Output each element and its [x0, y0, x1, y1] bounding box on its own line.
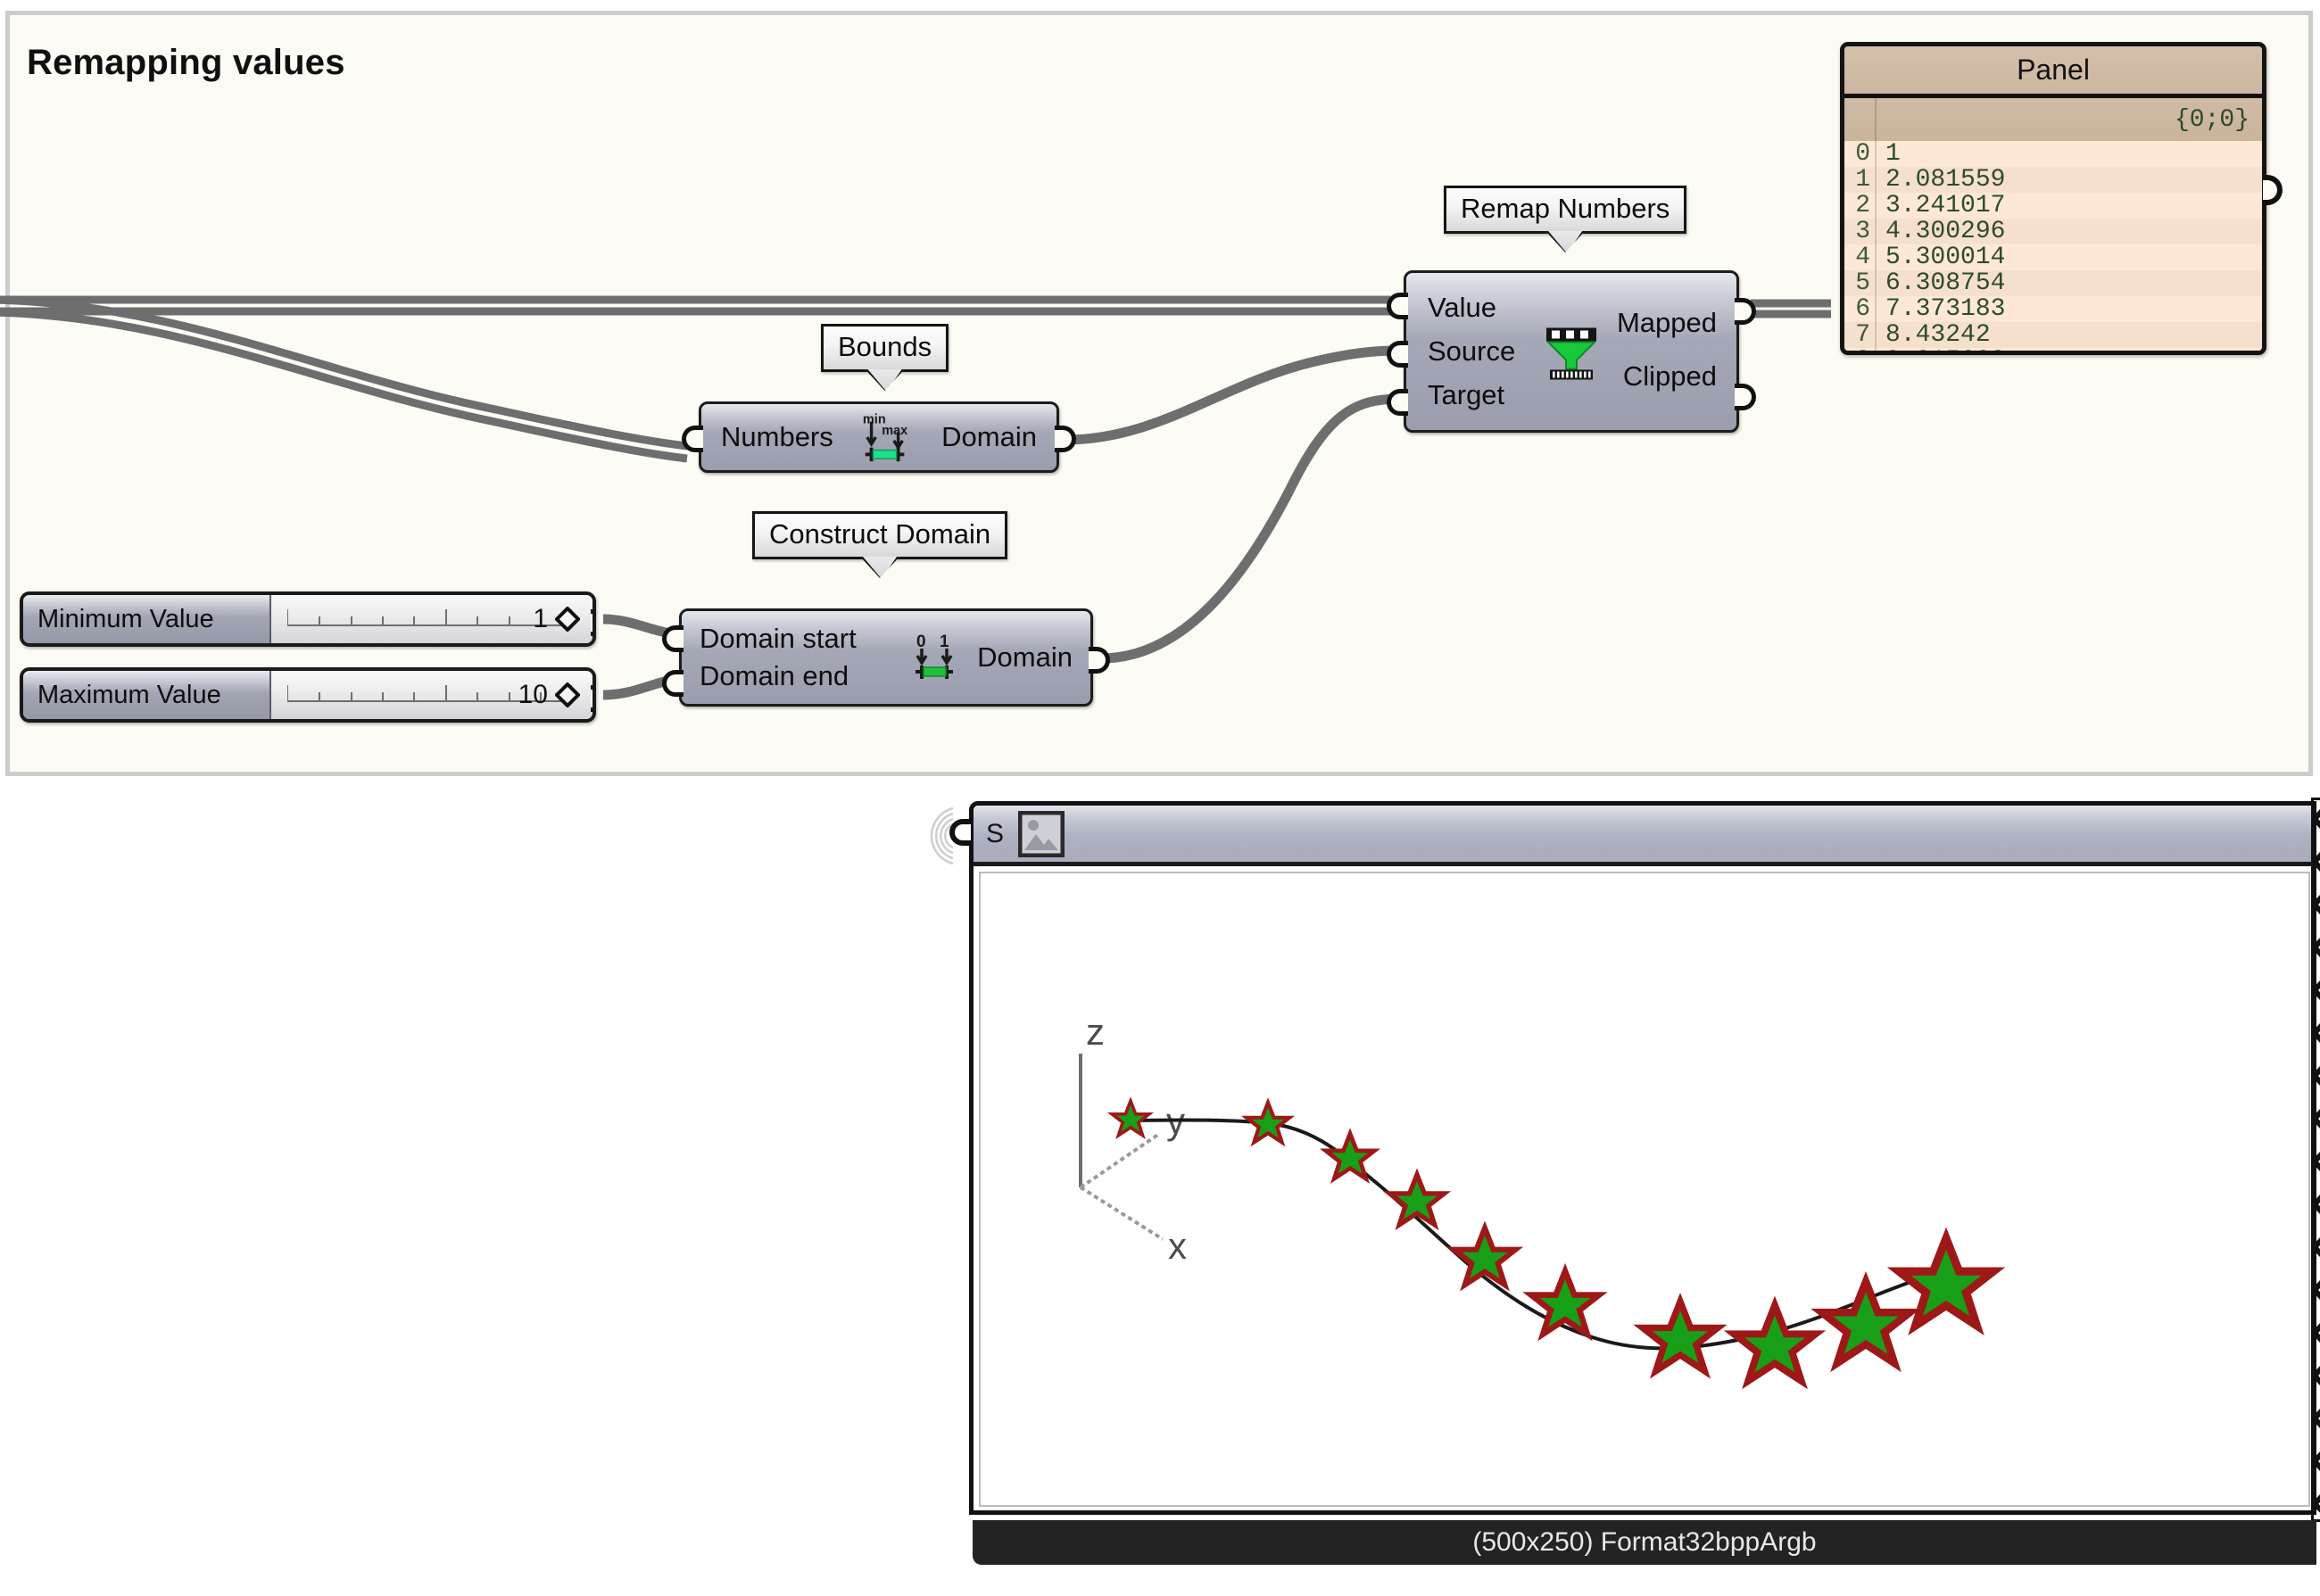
panel-row-value: 3.241017 [1885, 192, 2006, 219]
svg-text:z: z [1086, 1011, 1105, 1053]
slider-ticks [287, 609, 573, 626]
input-grip-viewport[interactable] [949, 819, 971, 846]
star-markers [1106, 1096, 2006, 1390]
annotation-remap-numbers: Remap Numbers [1444, 186, 1687, 252]
param-label-domain-start: Domain start [700, 623, 857, 654]
image-preview-icon [1018, 810, 1065, 857]
annotation-label: Bounds [838, 331, 932, 362]
panel-row-index: 5 [1855, 269, 1870, 297]
input-grip-domain-end[interactable] [662, 670, 684, 697]
slider-value-maximum: 10 [518, 680, 548, 709]
panel-row-index: 7 [1855, 321, 1870, 349]
svg-text:0: 0 [916, 633, 926, 651]
param-label-target: Target [1428, 379, 1505, 411]
panel-component[interactable]: Panel {0;0} 0 1 1 2.081559 2 3.241017 3 4.30029… [1840, 42, 2266, 355]
panel-row-index: 2 [1855, 192, 1870, 219]
param-label-clipped: Clipped [1622, 360, 1717, 392]
panel-row-index: 4 [1855, 244, 1870, 271]
preview-curve [1130, 1118, 1911, 1351]
viewport-frame: S z y x [969, 801, 2316, 1515]
image-preview-window[interactable]: S z y x (500x250) Format32bppArgb [930, 798, 2320, 1596]
axis-gizmo: z y x [1079, 1011, 1187, 1267]
slider-track-maximum[interactable]: 10 [271, 671, 592, 719]
panel-row-value: 7.373183 [1885, 295, 2006, 323]
param-label-domain-out: Domain [977, 641, 1073, 673]
param-label-numbers: Numbers [721, 421, 833, 452]
output-grip-max-slider[interactable] [591, 685, 592, 712]
screenshot-root: Remapping values Remap Numbers Value Sou… [0, 0, 2320, 1596]
component-bounds[interactable]: Numbers min max Domain [682, 401, 1076, 473]
cdomain-input-labels: Domain start Domain end [700, 611, 857, 704]
panel-row-index: 3 [1855, 218, 1870, 245]
param-label-mapped: Mapped [1616, 307, 1717, 338]
svg-text:1: 1 [940, 633, 949, 651]
page-title: Remapping values [27, 43, 345, 82]
remap-funnel-icon [1545, 327, 1597, 380]
slider-maximum-value[interactable]: Maximum Value 10 [20, 667, 596, 723]
viewport-status-bar: (500x250) Format32bppArgb [973, 1520, 2316, 1565]
panel-path: {0;0} [1844, 98, 2262, 141]
panel-row-value: 5.300014 [1885, 244, 2006, 271]
annotation-label: Construct Domain [769, 518, 991, 550]
domain-zero-one-icon: 0 1 [916, 633, 953, 679]
panel-row-value: 1 [1885, 140, 1901, 168]
cdomain-output-labels: Domain [977, 641, 1073, 674]
annotation-label: Remap Numbers [1461, 193, 1670, 224]
input-grip-numbers[interactable] [682, 426, 703, 452]
slider-minimum-value[interactable]: Minimum Value 1 [20, 591, 596, 647]
output-grip-min-slider[interactable] [591, 609, 592, 636]
slider-label-minimum: Minimum Value [23, 595, 271, 643]
panel-row-value: 8.43242 [1885, 321, 1991, 349]
param-label-domain-end: Domain end [700, 660, 849, 691]
min-max-bounds-icon: min max [863, 413, 908, 462]
panel-row-value: 4.300296 [1885, 218, 2006, 245]
panel-row: 5 6.308754 [1844, 269, 2262, 297]
panel-row-index: 1 [1855, 166, 1870, 194]
component-construct-domain[interactable]: Domain start Domain end 0 1 Domain [662, 608, 1110, 707]
panel-row: 6 7.373183 [1844, 295, 2262, 323]
param-label-value: Value [1428, 291, 1496, 323]
svg-text:x: x [1168, 1225, 1187, 1267]
panel-row-index: 0 [1855, 140, 1870, 168]
remap-input-labels: Value Source Target [1428, 273, 1515, 430]
panel-row: 4 5.300014 [1844, 244, 2262, 271]
slider-track-minimum[interactable]: 1 [271, 595, 592, 643]
panel-row: 2 3.241017 [1844, 192, 2262, 219]
input-grip-value[interactable] [1387, 293, 1408, 319]
viewport-tab-letter: S [986, 818, 1005, 848]
input-grip-domain-start[interactable] [662, 625, 684, 652]
remap-output-labels: Mapped Clipped [1617, 273, 1717, 430]
slider-value-minimum: 1 [533, 604, 548, 633]
input-grip-source[interactable] [1387, 341, 1408, 368]
panel-title: Panel [1844, 46, 2262, 98]
panel-row-value: 9.315608 [1877, 347, 2005, 351]
panel-row-value: 2.081559 [1885, 166, 2006, 194]
param-label-source: Source [1428, 335, 1516, 367]
annotation-bounds: Bounds [821, 324, 949, 391]
viewport-status-text: (500x250) Format32bppArgb [1472, 1527, 1817, 1557]
panel-row: 01 [1844, 140, 2262, 168]
panel-row: 7 8.43242 [1844, 321, 2262, 349]
annotation-construct-domain: Construct Domain [752, 511, 1008, 578]
panel-row: 3 4.300296 [1844, 218, 2262, 245]
param-label-domain: Domain [941, 421, 1037, 452]
component-remap-numbers[interactable]: Value Source Target Mapped Clipped [1387, 270, 1756, 433]
slider-label-maximum: Maximum Value [23, 671, 271, 719]
panel-row: 89.315608 [1844, 347, 2262, 351]
diamond-knob-icon[interactable] [555, 682, 580, 707]
diamond-knob-icon[interactable] [555, 607, 580, 632]
input-grip-target[interactable] [1387, 389, 1408, 416]
panel-rows: 0 1 1 2.081559 2 3.241017 3 4.300296 4 5.300014 5 6… [1844, 140, 2262, 351]
window-torn-edge-icon [2311, 798, 2320, 1522]
viewport-canvas[interactable]: z y x [974, 866, 2312, 1515]
panel-row: 1 2.081559 [1844, 166, 2262, 194]
panel-row-value: 6.308754 [1885, 269, 2006, 297]
panel-row-index: 8 [1844, 347, 1877, 351]
svg-text:max: max [882, 424, 908, 438]
panel-row-index: 6 [1855, 295, 1870, 323]
viewport-titlebar[interactable]: S [974, 806, 2312, 866]
